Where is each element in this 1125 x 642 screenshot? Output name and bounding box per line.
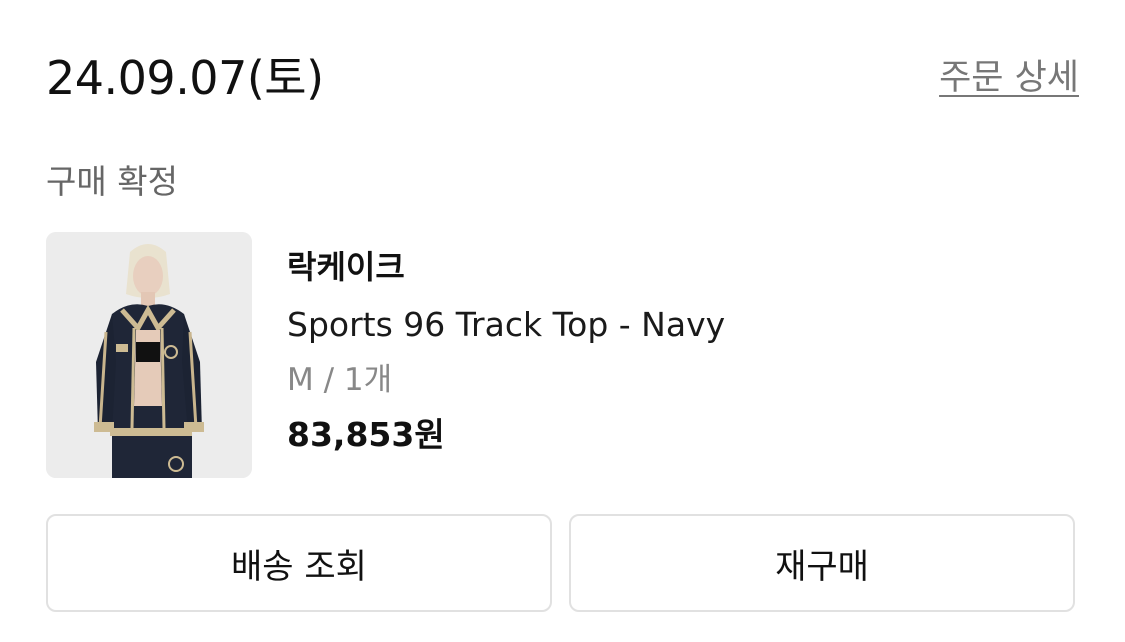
product-info: 락케이크 Sports 96 Track Top - Navy M / 1개 8… [287, 244, 725, 458]
product-option: M / 1개 [287, 362, 393, 398]
repurchase-button[interactable]: 재구매 [569, 514, 1075, 612]
product-image[interactable] [46, 232, 252, 478]
order-detail-link[interactable]: 주문 상세 [939, 54, 1079, 102]
product-price: 83,853원 [287, 415, 445, 454]
brand-name[interactable]: 락케이크 [287, 244, 725, 290]
track-delivery-button[interactable]: 배송 조회 [46, 514, 552, 612]
order-status: 구매 확정 [46, 162, 178, 201]
product-name[interactable]: Sports 96 Track Top - Navy [287, 302, 725, 348]
product-photo-icon [46, 232, 252, 478]
order-date: 24.09.07(토) [46, 51, 324, 105]
